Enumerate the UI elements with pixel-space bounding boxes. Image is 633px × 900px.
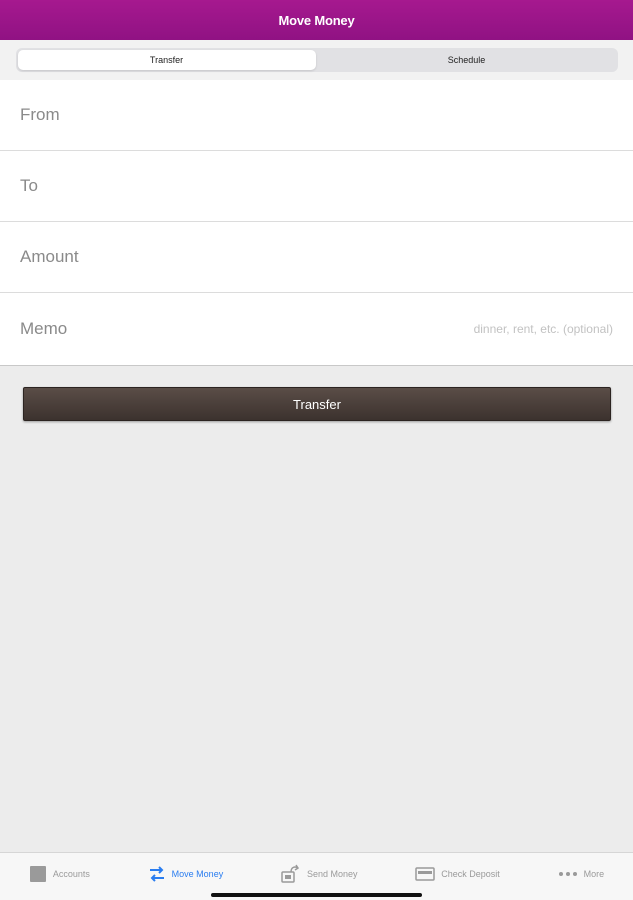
amount-field[interactable]: Amount	[0, 222, 633, 293]
tab-schedule[interactable]: Schedule	[318, 50, 616, 70]
transfer-button[interactable]: Transfer	[23, 387, 611, 421]
memo-field: Memo	[0, 293, 633, 365]
from-label: From	[20, 105, 60, 124]
tabbar-label-send-money: Send Money	[306, 869, 358, 879]
send-money-icon	[281, 864, 301, 884]
segment-container: Transfer Schedule	[0, 40, 633, 80]
memo-label: Memo	[20, 319, 68, 338]
from-field[interactable]: From	[0, 80, 633, 151]
transfer-arrows-icon	[148, 866, 166, 882]
move-money-screen: Move Money Transfer Schedule From To Amo…	[0, 0, 633, 900]
check-deposit-icon	[415, 866, 436, 882]
tabbar-label-check-deposit: Check Deposit	[441, 869, 500, 879]
more-dots-icon	[558, 871, 578, 877]
tabbar-item-accounts[interactable]: Accounts	[29, 863, 90, 885]
nav-bar: Move Money	[0, 0, 633, 40]
to-label: To	[20, 176, 38, 195]
memo-input[interactable]	[353, 322, 613, 336]
transfer-form: From To Amount Memo	[0, 80, 633, 366]
tabbar-item-move-money[interactable]: Move Money	[148, 863, 224, 885]
tab-transfer[interactable]: Transfer	[17, 50, 316, 70]
tabbar-item-send-money[interactable]: Send Money	[281, 863, 358, 885]
tabbar-label-more: More	[583, 869, 605, 879]
amount-label: Amount	[20, 247, 79, 266]
tabbar-item-check-deposit[interactable]: Check Deposit	[415, 863, 500, 885]
tabbar-label-accounts: Accounts	[52, 869, 90, 879]
to-field[interactable]: To	[0, 151, 633, 222]
home-indicator	[211, 893, 422, 897]
segmented-control: Transfer Schedule	[15, 48, 618, 72]
tabbar-item-more[interactable]: More	[558, 863, 605, 885]
accounts-icon	[29, 865, 47, 883]
tabbar-label-move-money: Move Money	[171, 869, 224, 879]
page-title: Move Money	[278, 12, 355, 28]
